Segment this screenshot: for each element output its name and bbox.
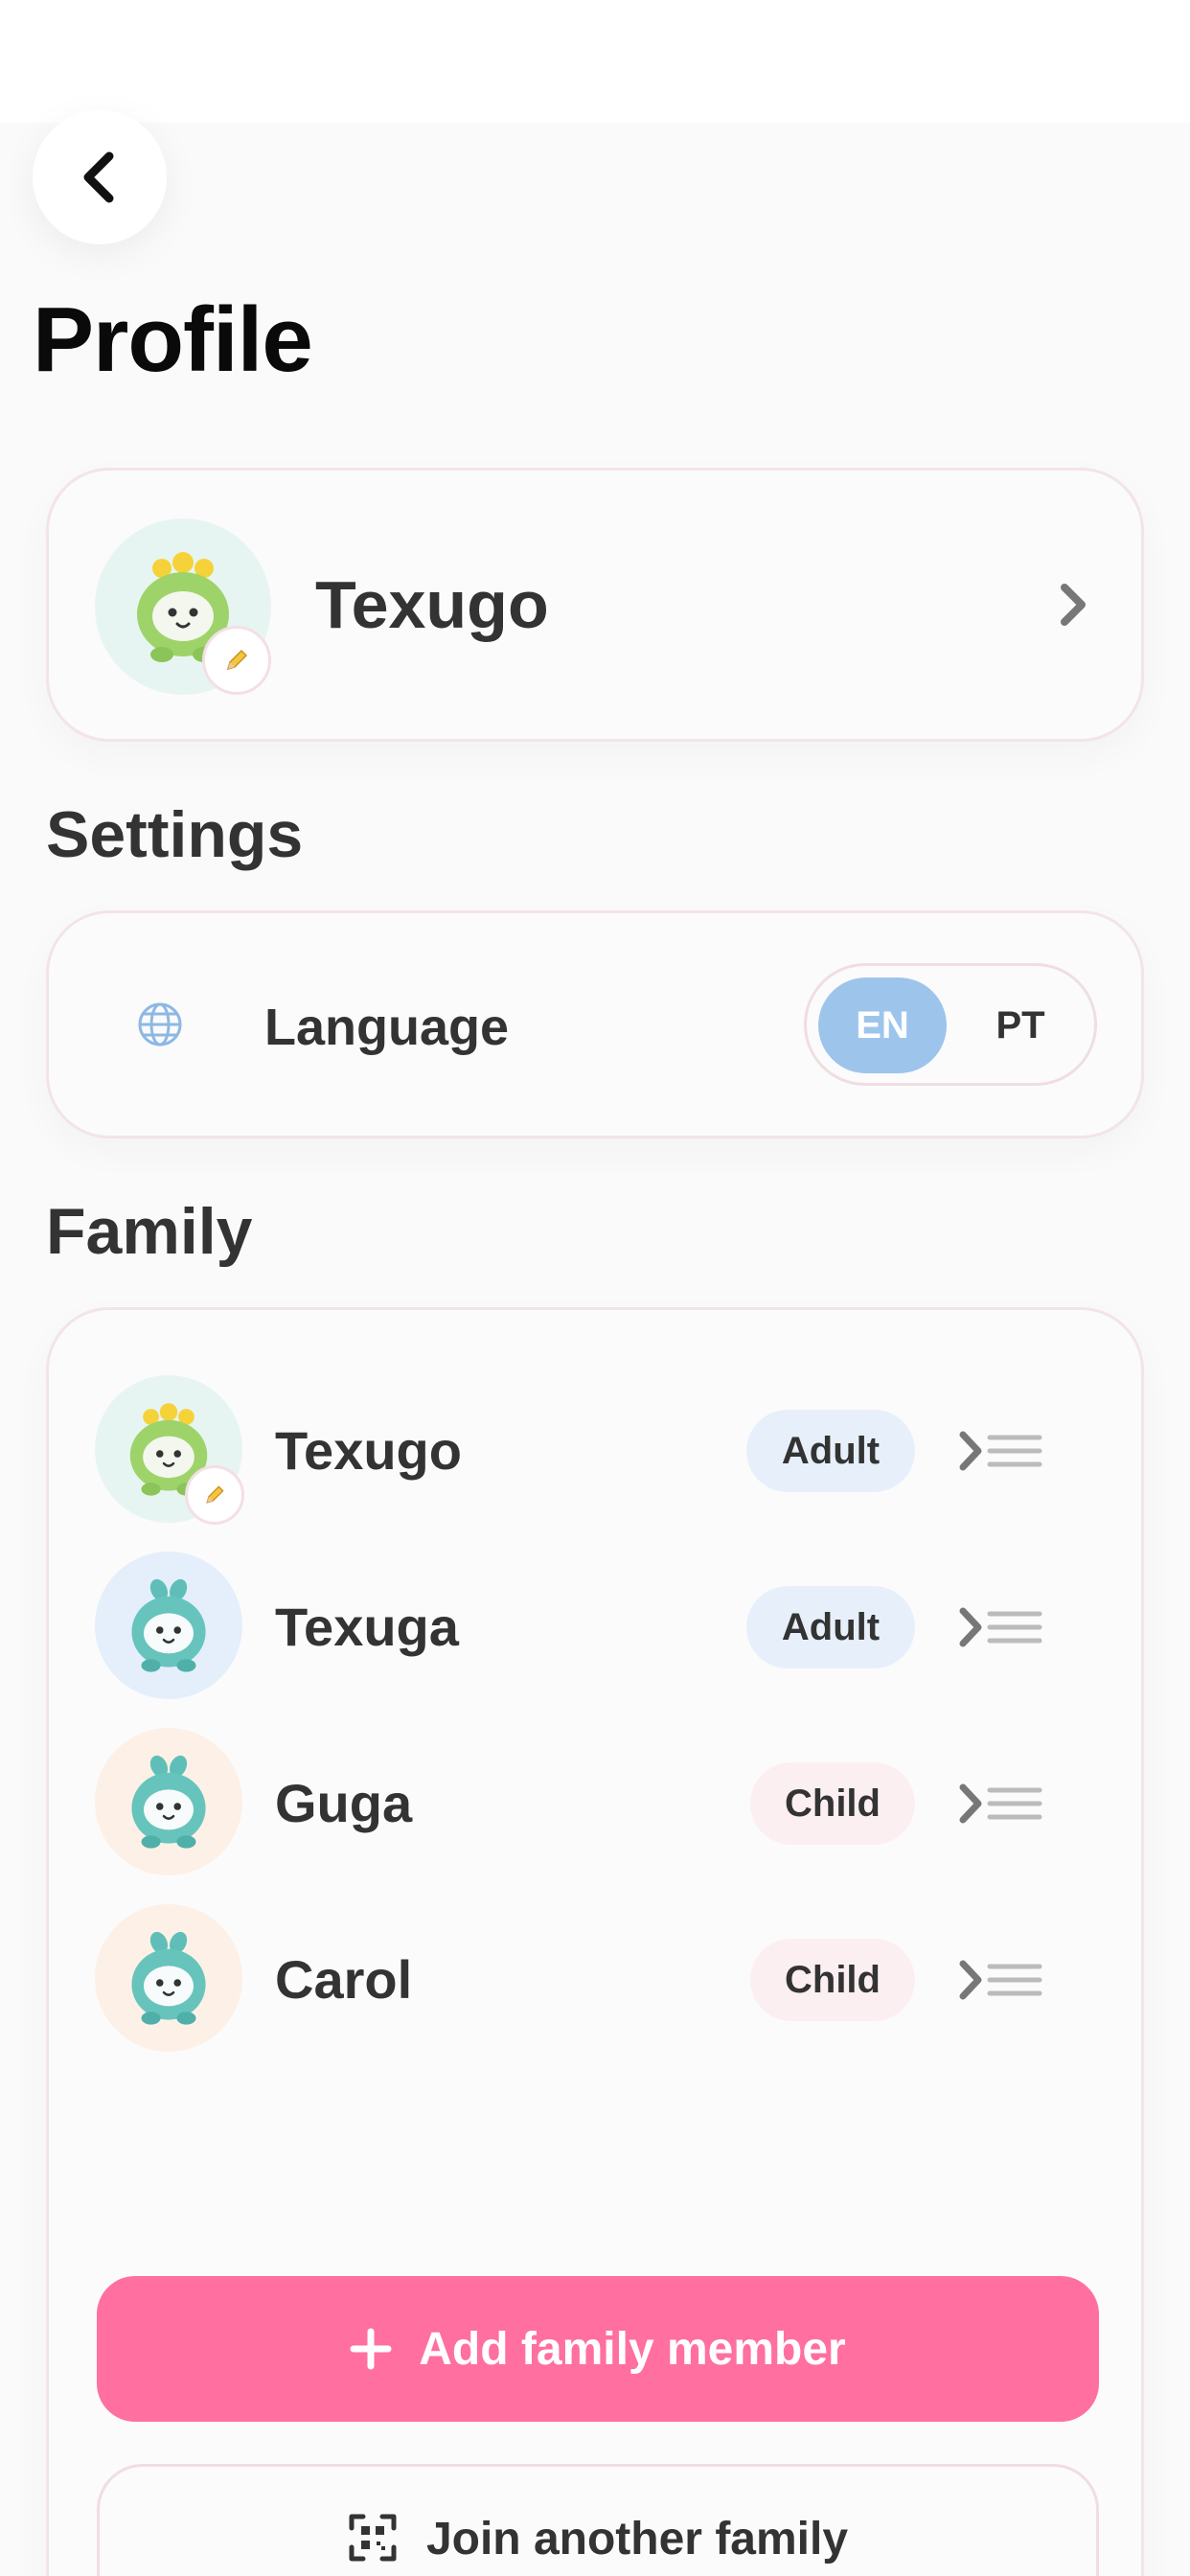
back-button[interactable] — [33, 110, 167, 244]
family-member-row[interactable]: Guga Child — [49, 1728, 1147, 1881]
join-another-family-button[interactable]: Join another family — [97, 2464, 1099, 2576]
edit-member-avatar-button[interactable] — [185, 1465, 244, 1525]
member-name: Texuga — [275, 1597, 459, 1657]
language-option-pt[interactable]: PT — [956, 978, 1085, 1073]
member-avatar — [95, 1728, 242, 1875]
drag-handle-icon[interactable] — [957, 1427, 1043, 1475]
family-member-row[interactable]: Carol Child — [49, 1904, 1147, 2058]
join-another-family-label: Join another family — [425, 2514, 849, 2564]
family-card: Texugo Adult Texuga Adult Guga Child Car… — [46, 1307, 1144, 2576]
language-label: Language — [264, 999, 510, 1056]
add-family-member-label: Add family member — [419, 2323, 846, 2375]
chevron-right-icon — [1061, 584, 1086, 626]
member-avatar — [95, 1552, 242, 1699]
settings-title: Settings — [46, 798, 304, 871]
member-avatar — [95, 1904, 242, 2052]
drag-handle-icon[interactable] — [957, 1780, 1043, 1828]
pencil-icon — [206, 1485, 224, 1504]
role-badge: Child — [750, 1939, 915, 2021]
member-avatar — [95, 1375, 244, 1525]
edit-avatar-button[interactable] — [202, 626, 271, 695]
plus-icon — [350, 2328, 392, 2370]
role-badge: Adult — [746, 1586, 915, 1668]
profile-avatar[interactable] — [95, 518, 271, 695]
teal-sprout-avatar-icon — [131, 1931, 206, 2025]
add-family-member-button[interactable]: Add family member — [97, 2276, 1099, 2422]
language-option-en[interactable]: EN — [818, 978, 947, 1073]
profile-card[interactable]: Texugo — [46, 468, 1144, 742]
chevron-left-icon — [83, 151, 114, 203]
drag-handle-icon[interactable] — [957, 1603, 1043, 1651]
teal-sprout-avatar-icon — [131, 1578, 206, 1672]
drag-handle-icon[interactable] — [957, 1956, 1043, 2004]
role-badge: Adult — [746, 1410, 915, 1492]
pencil-icon — [226, 649, 248, 671]
member-name: Texugo — [275, 1420, 462, 1481]
globe-icon — [138, 1002, 182, 1046]
settings-card: Language EN PT — [46, 910, 1144, 1138]
qr-scan-icon — [349, 2514, 397, 2562]
member-name: Carol — [275, 1949, 413, 2010]
profile-name: Texugo — [315, 567, 549, 642]
family-member-row[interactable]: Texuga Adult — [49, 1552, 1147, 1705]
status-bar — [0, 0, 1190, 123]
family-member-row[interactable]: Texugo Adult — [49, 1375, 1147, 1529]
member-name: Guga — [275, 1773, 413, 1833]
teal-sprout-avatar-icon — [131, 1755, 206, 1849]
family-title: Family — [46, 1195, 253, 1268]
role-badge: Child — [750, 1762, 915, 1845]
page-title: Profile — [33, 288, 313, 391]
language-toggle: EN PT — [804, 963, 1097, 1086]
